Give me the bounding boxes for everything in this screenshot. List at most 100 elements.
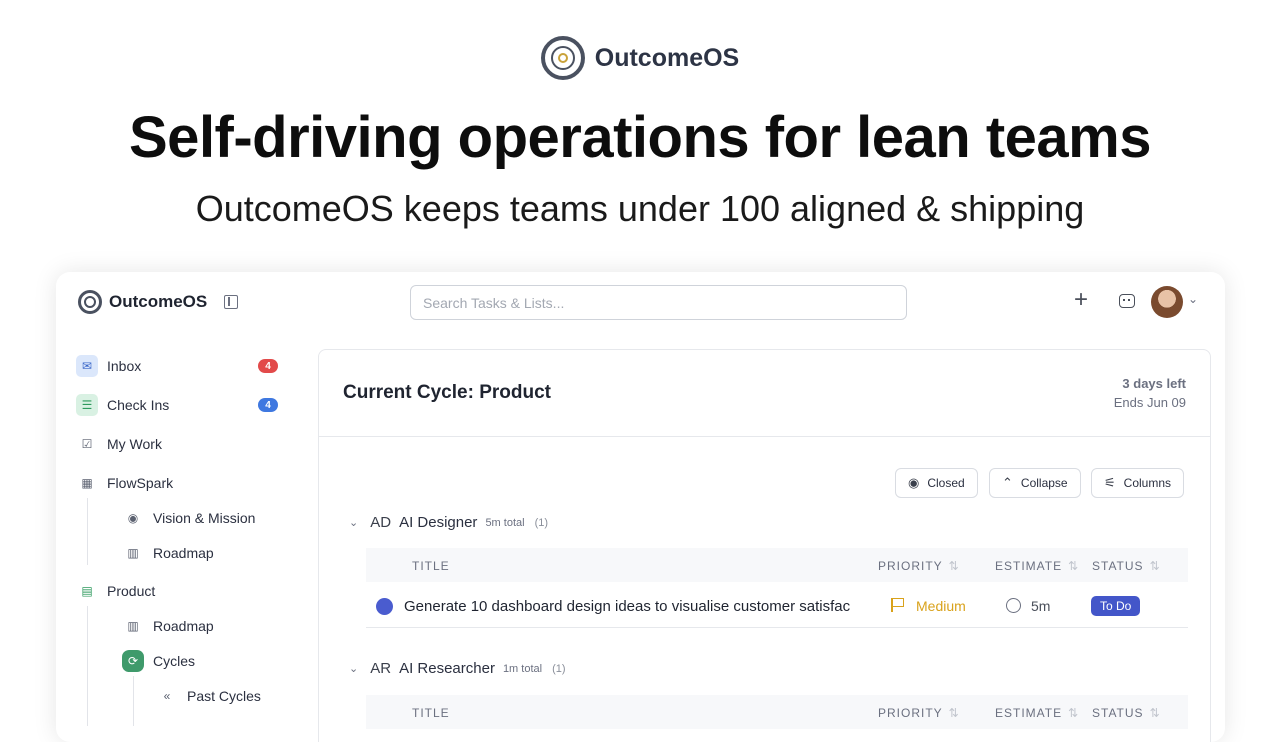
flag-icon	[891, 598, 904, 612]
chevron-down-icon[interactable]: ⌄	[349, 516, 358, 529]
column-estimate[interactable]: ESTIMATE ⇅	[995, 706, 1078, 720]
inbox-icon: ✉	[76, 355, 98, 377]
sidebar-item-label: Check Ins	[107, 397, 170, 413]
cycle-end-date: Ends Jun 09	[1113, 395, 1186, 410]
map-icon: ▥	[127, 546, 139, 560]
sort-icon: ⇅	[948, 706, 959, 720]
sort-icon: ⇅	[948, 559, 959, 573]
tree-line	[133, 676, 134, 726]
hero-brand-name: OutcomeOS	[594, 43, 740, 72]
chevron-down-icon[interactable]: ⌄	[1188, 292, 1198, 306]
sidebar-item-label: Vision & Mission	[153, 510, 256, 526]
group-total: 1m total	[502, 662, 543, 675]
checklist-icon: ☰	[76, 394, 98, 416]
bot-icon[interactable]	[1119, 294, 1135, 308]
hero-brand: OutcomeOS	[0, 36, 1280, 80]
task-status-dot-icon[interactable]	[376, 598, 393, 615]
sidebar-item-label: Roadmap	[153, 545, 214, 561]
group-header-ai-researcher[interactable]: ⌄ AR AI Researcher 1m total (1)	[349, 660, 566, 677]
sort-icon: ⇅	[1149, 559, 1160, 573]
sidebar-item-product-roadmap[interactable]: ▥ Roadmap	[122, 613, 214, 639]
chevron-up-icon: ⌃	[1002, 475, 1013, 490]
app-window: OutcomeOS + ⌄ ✉ Inbox 4 ☰ Check Ins 4 ☑ …	[56, 272, 1225, 742]
sidebar-collapse-icon[interactable]	[224, 295, 238, 309]
briefcase-icon: ▤	[81, 584, 93, 598]
clock-icon	[1006, 598, 1021, 613]
outcomeos-logo-icon	[540, 36, 585, 80]
column-title[interactable]: TITLE	[412, 559, 450, 573]
group-header-ai-designer[interactable]: ⌄ AD AI Designer 5m total (1)	[349, 514, 548, 531]
sidebar-item-roadmap[interactable]: ▥ Roadmap	[122, 540, 214, 566]
divider	[319, 436, 1210, 437]
tree-line	[87, 498, 88, 565]
sidebar-item-my-work[interactable]: ☑ My Work	[76, 431, 162, 457]
cycle-icon: ⟳	[122, 650, 144, 672]
sidebar-item-label: Past Cycles	[187, 688, 261, 704]
column-status[interactable]: STATUS ⇅	[1092, 559, 1160, 573]
sort-icon: ⇅	[1068, 706, 1079, 720]
sidebar-item-label: Cycles	[153, 653, 196, 669]
hero-title: Self-driving operations for lean teams	[129, 105, 1152, 170]
days-left-label: 3 days left	[1122, 376, 1186, 391]
top-bar: OutcomeOS + ⌄	[56, 272, 1225, 332]
chevron-down-icon[interactable]: ⌄	[349, 662, 358, 675]
sidebar-item-check-ins[interactable]: ☰ Check Ins	[76, 392, 169, 418]
column-estimate[interactable]: ESTIMATE ⇅	[995, 559, 1078, 573]
columns-label: Columns	[1123, 476, 1172, 490]
sidebar-item-vision-mission[interactable]: ◉ Vision & Mission	[122, 505, 256, 531]
group-avatar: AD	[370, 514, 392, 531]
sliders-icon: ⚟	[1104, 475, 1116, 490]
collapse-button[interactable]: ⌃ Collapse	[989, 468, 1081, 498]
task-title[interactable]: Generate 10 dashboard design ideas to vi…	[404, 598, 870, 615]
table-row[interactable]: Generate 10 dashboard design ideas to vi…	[366, 584, 1188, 628]
task-estimate[interactable]: 5m	[1031, 598, 1050, 614]
sidebar-item-product[interactable]: ▤ Product	[76, 578, 155, 604]
sidebar-item-cycles[interactable]: ⟳ Cycles	[122, 648, 195, 674]
sidebar-item-past-cycles[interactable]: « Past Cycles	[156, 683, 261, 709]
map-icon: ▥	[127, 619, 139, 633]
sort-icon: ⇅	[1149, 706, 1160, 720]
task-priority[interactable]: Medium	[916, 598, 966, 614]
closed-label: Closed	[927, 476, 965, 490]
column-priority[interactable]: PRIORITY ⇅	[878, 706, 959, 720]
search-input[interactable]	[410, 285, 907, 320]
group-name: AI Designer	[399, 514, 478, 531]
table-header: TITLE PRIORITY ⇅ ESTIMATE ⇅ STATUS ⇅	[366, 548, 1188, 582]
check-ins-count-badge: 4	[258, 398, 278, 412]
sidebar-item-label: My Work	[107, 436, 162, 452]
group-name: AI Researcher	[399, 660, 495, 677]
app-name: OutcomeOS	[109, 292, 208, 311]
collapse-label: Collapse	[1020, 476, 1068, 490]
group-avatar: AR	[370, 660, 392, 677]
closed-toggle-button[interactable]: ◉ Closed	[895, 468, 978, 498]
avatar[interactable]	[1151, 286, 1183, 318]
add-icon[interactable]: +	[1074, 288, 1088, 312]
sidebar-item-label: Inbox	[107, 358, 142, 374]
sidebar-item-label: Product	[107, 583, 156, 599]
sort-icon: ⇅	[1068, 559, 1079, 573]
eye-icon: ◉	[908, 475, 920, 490]
hero-subtitle: OutcomeOS keeps teams under 100 aligned …	[195, 188, 1085, 229]
column-status[interactable]: STATUS ⇅	[1092, 706, 1160, 720]
tree-line	[87, 606, 88, 726]
sidebar-item-label: Roadmap	[153, 618, 214, 634]
columns-button[interactable]: ⚟ Columns	[1091, 468, 1185, 498]
group-count: (1)	[552, 662, 566, 675]
app-logo-icon	[78, 290, 102, 314]
group-count: (1)	[534, 516, 549, 529]
group-total: 5m total	[485, 516, 525, 529]
cycle-panel: Current Cycle: Product 3 days left Ends …	[318, 349, 1211, 742]
status-badge[interactable]: To Do	[1091, 596, 1141, 616]
sidebar-item-label: FlowSpark	[107, 475, 174, 491]
column-priority[interactable]: PRIORITY ⇅	[878, 559, 959, 573]
page-title: Current Cycle: Product	[343, 382, 551, 403]
checkbox-icon: ☑	[81, 437, 93, 451]
table-header: TITLE PRIORITY ⇅ ESTIMATE ⇅ STATUS ⇅	[366, 695, 1188, 729]
sidebar-item-flowspark[interactable]: ▦ FlowSpark	[76, 470, 173, 496]
eye-icon: ◉	[127, 511, 139, 525]
double-chevron-left-icon: «	[163, 689, 171, 703]
column-title[interactable]: TITLE	[412, 706, 450, 720]
sidebar-item-inbox[interactable]: ✉ Inbox	[76, 353, 141, 379]
building-icon: ▦	[81, 476, 93, 490]
inbox-count-badge: 4	[258, 359, 278, 373]
